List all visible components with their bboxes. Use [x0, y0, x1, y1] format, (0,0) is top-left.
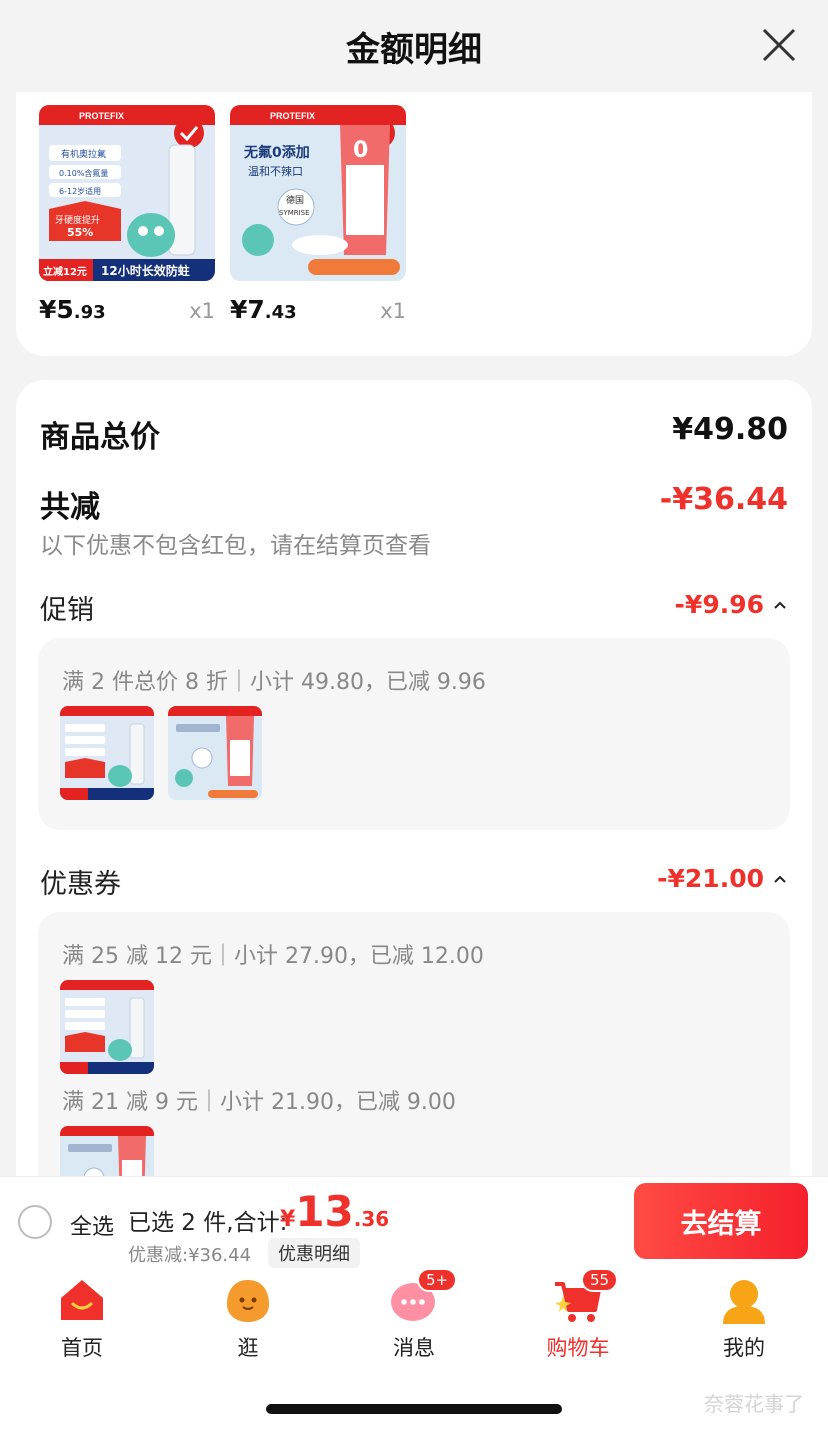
chevron-up-icon — [774, 875, 786, 883]
product-item[interactable]: PROTEFIX 无氟0添加 温和不辣口 德国 SYMRISE 0 ¥7.43 … — [230, 105, 406, 324]
svg-text:0: 0 — [353, 138, 368, 163]
coupon-rule: 满 25 减 12 元｜小计 27.90，已减 12.00 — [62, 944, 484, 969]
total-price-label: 商品总价 — [40, 420, 160, 455]
promotion-detail-box: 满 2 件总价 8 折｜小计 49.80，已减 9.96 — [38, 638, 790, 830]
svg-text:SYMRISE: SYMRISE — [279, 209, 310, 217]
selected-count: 已选 2 件,合计: — [128, 1210, 288, 1236]
total-reduce-label: 共减 — [40, 490, 100, 525]
tab-stroll[interactable]: 逛 — [188, 1276, 308, 1362]
tab-label: 购物车 — [546, 1336, 610, 1360]
svg-text:PROTEFIX: PROTEFIX — [270, 111, 315, 121]
tab-label: 消息 — [393, 1336, 435, 1360]
sheet-header: 金额明细 — [0, 0, 828, 92]
tab-cart[interactable]: 55 购物车 — [518, 1268, 638, 1362]
stroll-icon — [223, 1276, 273, 1326]
product-thumbnail[interactable]: PROTEFIX 有机奥拉氟 0.10%含氟量 6-12岁适用 牙硬度提升 55… — [39, 105, 215, 281]
total-amount: ¥13.36 — [280, 1187, 390, 1236]
close-button[interactable] — [760, 26, 798, 64]
product-quantity: x1 — [380, 299, 406, 323]
svg-text:12小时长效防蛀: 12小时长效防蛀 — [101, 263, 190, 278]
product-thumbnail[interactable]: PROTEFIX 无氟0添加 温和不辣口 德国 SYMRISE 0 — [230, 105, 406, 281]
product-price: ¥7.43 — [230, 295, 297, 324]
cart-icon: 55 — [553, 1268, 619, 1326]
product-mini-thumbnail[interactable] — [168, 706, 262, 800]
chevron-up-icon — [774, 601, 786, 609]
promotion-toggle[interactable]: -¥9.96 — [675, 590, 788, 619]
svg-text:55%: 55% — [67, 226, 93, 239]
promotion-label: 促销 — [40, 595, 94, 626]
red-packet-note: 以下优惠不包含红包，请在结算页查看 — [40, 533, 431, 559]
tab-profile[interactable]: 我的 — [684, 1276, 804, 1362]
total-price-value: ¥49.80 — [672, 412, 788, 447]
promotion-rule: 满 2 件总价 8 折｜小计 49.80，已减 9.96 — [62, 670, 486, 695]
product-mini-thumbnail[interactable] — [60, 706, 154, 800]
discount-detail-button[interactable]: 优惠明细 — [268, 1238, 360, 1268]
product-quantity: x1 — [189, 299, 215, 323]
close-icon — [762, 28, 796, 62]
message-badge: 5+ — [417, 1268, 458, 1292]
cart-badge: 55 — [581, 1268, 619, 1292]
home-icon — [57, 1276, 107, 1326]
svg-text:立减12元: 立减12元 — [43, 265, 87, 278]
svg-text:有机奥拉氟: 有机奥拉氟 — [61, 148, 106, 160]
svg-text:牙硬度提升: 牙硬度提升 — [55, 214, 100, 226]
tab-label: 逛 — [237, 1336, 259, 1360]
svg-text:温和不辣口: 温和不辣口 — [248, 164, 303, 178]
select-all-label[interactable]: 全选 — [70, 1209, 114, 1241]
svg-text:0.10%含氟量: 0.10%含氟量 — [59, 168, 108, 178]
product-price: ¥5.93 — [39, 295, 106, 324]
product-mini-thumbnail[interactable] — [60, 980, 154, 1074]
coupon-toggle[interactable]: -¥21.00 — [657, 864, 788, 893]
watermark: 奈蓉花事了 — [704, 1392, 804, 1416]
tab-label: 首页 — [61, 1336, 103, 1360]
coupon-label: 优惠券 — [40, 869, 121, 900]
coupon-rule: 满 21 减 9 元｜小计 21.90，已减 9.00 — [62, 1090, 456, 1115]
total-reduce-value: -¥36.44 — [659, 482, 788, 517]
coupon-value: -¥21.00 — [657, 864, 764, 893]
checkout-button[interactable]: 去结算 — [634, 1183, 808, 1259]
brand-text: PROTEFIX — [79, 111, 124, 121]
home-indicator — [266, 1404, 562, 1414]
promotion-value: -¥9.96 — [674, 590, 764, 619]
select-all-radio[interactable] — [18, 1205, 52, 1239]
profile-icon — [719, 1276, 769, 1326]
discount-amount: 优惠减:¥36.44 — [128, 1245, 252, 1266]
svg-text:6-12岁适用: 6-12岁适用 — [59, 186, 101, 196]
checkout-bar: 全选 已选 2 件,合计: ¥13.36 优惠减:¥36.44 优惠明细 去结算 — [0, 1176, 828, 1268]
page-title: 金额明细 — [346, 30, 482, 70]
svg-text:德国: 德国 — [286, 194, 304, 206]
message-icon: 5+ — [389, 1268, 458, 1326]
svg-text:无氟0添加: 无氟0添加 — [243, 144, 310, 161]
product-item[interactable]: PROTEFIX 有机奥拉氟 0.10%含氟量 6-12岁适用 牙硬度提升 55… — [39, 105, 215, 324]
tab-messages[interactable]: 5+ 消息 — [354, 1268, 474, 1362]
tab-label: 我的 — [723, 1336, 765, 1360]
tab-home[interactable]: 首页 — [22, 1276, 142, 1362]
products-card: PROTEFIX 有机奥拉氟 0.10%含氟量 6-12岁适用 牙硬度提升 55… — [16, 92, 812, 356]
